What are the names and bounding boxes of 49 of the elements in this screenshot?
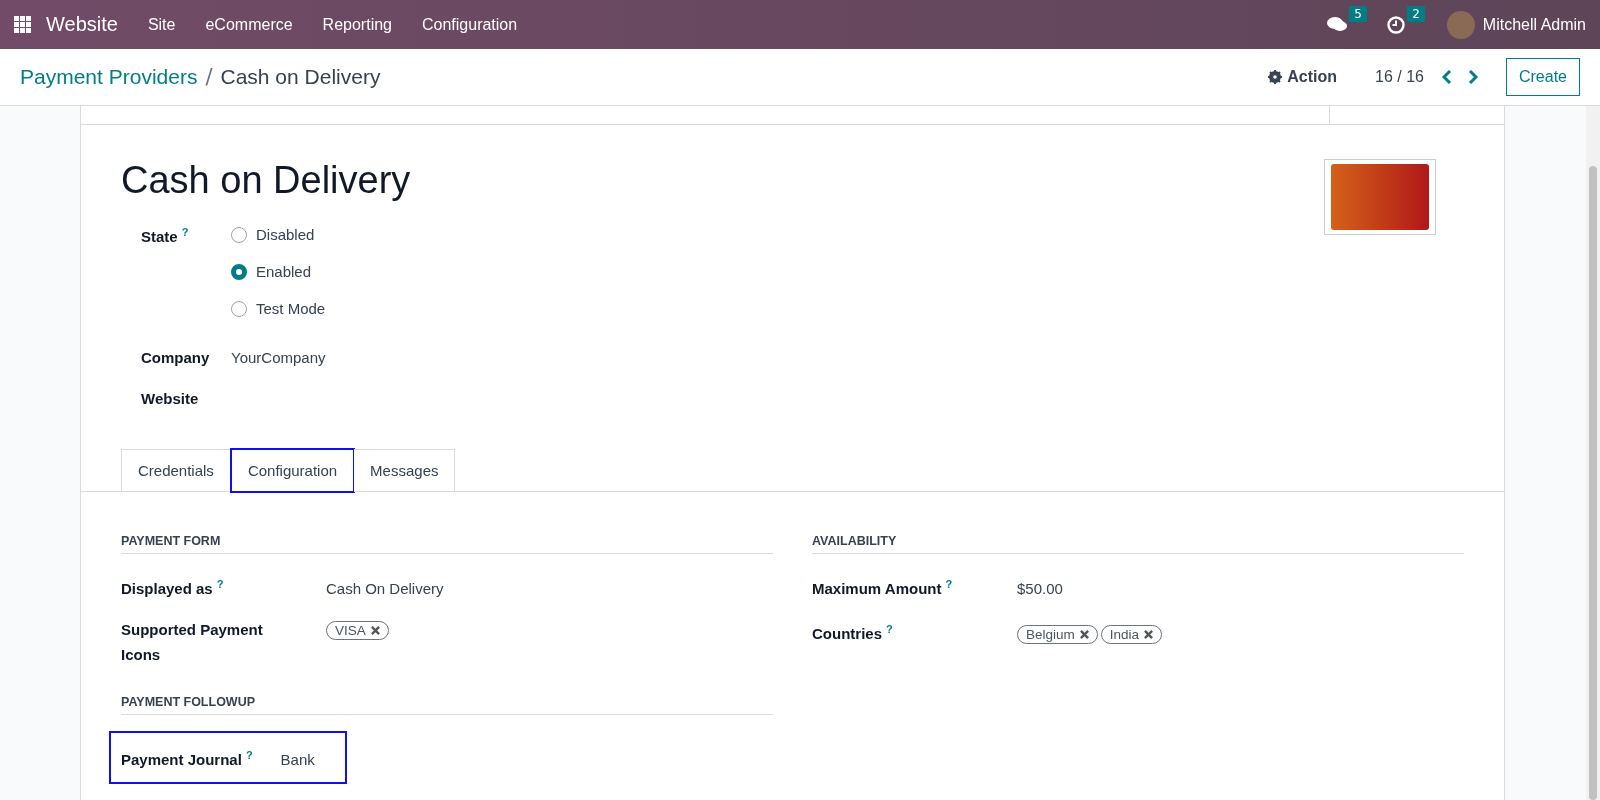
apps-grid-icon[interactable]: [14, 15, 32, 34]
field-label: Displayed as $^{?}$: [121, 577, 225, 599]
tab[interactable]: Configuration: [230, 449, 355, 492]
settings-icon: [1268, 70, 1283, 84]
menu-item[interactable]: Configuration: [422, 15, 518, 34]
tab[interactable]: Credentials: [121, 449, 231, 492]
scrollbar[interactable]: [1586, 106, 1600, 800]
count-badge: 5: [1349, 6, 1367, 22]
breadcrumb-link[interactable]: Payment Providers: [20, 65, 198, 89]
radio-label[interactable]: Disabled: [256, 226, 315, 243]
section-title: PAYMENT FORM: [121, 534, 773, 554]
remove-icon[interactable]: [1079, 630, 1089, 639]
field-label: Supported Payment Icons: [121, 620, 264, 665]
field-label: Company: [141, 349, 211, 366]
breadcrumb-separator: /: [205, 65, 213, 89]
menu-item[interactable]: Site: [147, 15, 176, 34]
radio-button[interactable]: [231, 300, 247, 317]
menu-item[interactable]: Reporting: [322, 15, 392, 34]
count-badge: 2: [1407, 5, 1425, 22]
remove-icon[interactable]: [1144, 630, 1154, 639]
record-title: Cash on Delivery: [121, 159, 411, 202]
remove-icon[interactable]: [370, 626, 380, 635]
action-button[interactable]: Action: [1268, 68, 1338, 86]
section-title: PAYMENT FOLLOWUP: [121, 695, 773, 715]
radio-button[interactable]: [231, 263, 247, 280]
menu-item[interactable]: eCommerce: [205, 15, 293, 34]
field-label: Payment Journal $^{?}$: [121, 748, 253, 770]
tab[interactable]: Messages: [354, 449, 456, 492]
field-label: State $^{?}$: [141, 226, 190, 245]
section-title: AVAILABILITY: [812, 534, 1464, 554]
field-label: Countries $^{?}$: [812, 622, 894, 644]
previous-icon[interactable]: [1441, 70, 1452, 84]
chat-icon[interactable]: [1326, 16, 1347, 33]
pager-value: 16 / 16: [1375, 68, 1424, 86]
field-label: Website: [141, 390, 200, 407]
field-value: $50.00: [1017, 579, 1063, 599]
next-icon[interactable]: [1467, 70, 1478, 84]
clock-icon[interactable]: [1386, 15, 1405, 34]
app-name[interactable]: Website: [46, 13, 118, 36]
radio-label[interactable]: Test Mode: [256, 300, 326, 317]
user-name[interactable]: Mitchell Admin: [1482, 15, 1586, 34]
field-value: Cash On Delivery: [326, 579, 444, 599]
breadcrumb-current: Cash on Delivery: [220, 65, 381, 89]
field-value: YourCompany: [231, 349, 327, 366]
create-button[interactable]: Create: [1505, 58, 1580, 96]
radio-button[interactable]: [231, 226, 247, 243]
field-value: Bank: [280, 750, 315, 770]
field-label: Maximum Amount $^{?}$: [812, 577, 954, 599]
radio-label[interactable]: Enabled: [256, 263, 312, 280]
